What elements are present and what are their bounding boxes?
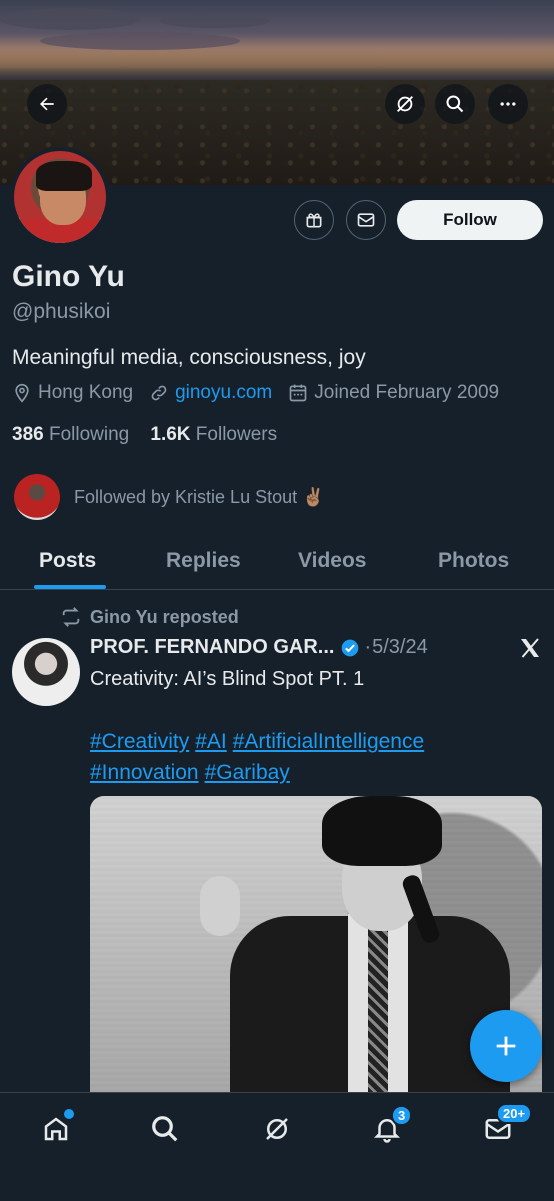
hashtag-link[interactable]: #Garibay [205, 761, 290, 784]
post-author-avatar[interactable] [12, 638, 80, 706]
followed-by-text: Followed by Kristie Lu Stout ✌🏽 [74, 486, 325, 507]
search-icon [152, 1116, 178, 1142]
followers-label: Followers [195, 424, 278, 445]
plus-icon [496, 1036, 516, 1056]
media-hair [322, 796, 442, 866]
search-icon [446, 95, 464, 113]
more-button[interactable] [488, 84, 528, 124]
link-icon [151, 385, 167, 401]
tab-posts[interactable]: Posts [39, 549, 96, 573]
bottom-nav: 3 20+ [0, 1092, 554, 1201]
message-button[interactable] [346, 200, 386, 240]
followers-count: 1.6K [150, 424, 191, 445]
home-notification-dot [62, 1107, 76, 1121]
profile-handle: @phusikoi [12, 300, 111, 323]
website-link[interactable]: ginoyu.com [175, 382, 272, 404]
post-hashtags: #Creativity #AI #ArtificialIntelligence #I… [90, 726, 510, 788]
follower-avatar [14, 474, 60, 520]
location-text: Hong Kong [38, 382, 134, 403]
back-button[interactable] [27, 84, 67, 124]
joined-item: Joined February 2009 [288, 382, 499, 404]
active-tab-indicator [34, 585, 106, 589]
post-date-separator: · [364, 636, 372, 658]
grok-icon [397, 96, 413, 112]
profile-bio: Meaningful media, consciousness, joy [12, 346, 366, 369]
repost-icon [62, 607, 80, 627]
grok-button[interactable] [385, 84, 425, 124]
tab-replies[interactable]: Replies [166, 549, 241, 573]
hashtag-link[interactable]: #Creativity [90, 730, 189, 753]
post-date: 5/3/24 [372, 636, 428, 658]
nav-messages[interactable]: 20+ [480, 1103, 533, 1147]
joined-text: Joined February 2009 [314, 382, 500, 403]
repost-text: Gino Yu reposted [90, 606, 239, 627]
profile-avatar[interactable] [10, 147, 110, 247]
hashtag-link[interactable]: #AI [195, 730, 227, 753]
verified-badge-icon [342, 639, 359, 656]
followers-link[interactable]: 1.6K Followers [150, 424, 277, 445]
compose-button[interactable] [470, 1010, 542, 1082]
tab-videos[interactable]: Videos [298, 549, 366, 573]
banner-cloud [0, 8, 140, 30]
tab-photos[interactable]: Photos [438, 549, 509, 573]
website-item[interactable]: ginoyu.com [149, 382, 272, 404]
search-button[interactable] [435, 84, 475, 124]
more-icon [500, 102, 516, 106]
following-link[interactable]: 386 Following [12, 424, 129, 445]
post-header: PROF. FERNANDO GAR... · 5/3/24 [90, 636, 428, 659]
follow-button[interactable]: Follow [397, 200, 543, 240]
location-pin-icon [15, 383, 29, 403]
profile-meta: Hong Kong ginoyu.com Joined February 200… [12, 382, 515, 404]
messages-badge: 20+ [496, 1103, 533, 1124]
calendar-icon [289, 384, 307, 402]
arrow-left-icon [40, 97, 54, 111]
post-author-name[interactable]: PROF. FERNANDO GAR... [90, 636, 334, 659]
media-hand [200, 876, 240, 936]
envelope-icon [357, 213, 375, 227]
following-count: 386 [12, 424, 44, 445]
profile-tabs: Posts Replies Videos Photos [0, 535, 554, 590]
profile-name: Gino Yu [12, 260, 125, 293]
post-text: Creativity: AI’s Blind Spot PT. 1 [90, 668, 365, 690]
nav-home[interactable] [38, 1107, 76, 1147]
avatar-hair [36, 161, 92, 191]
gift-button[interactable] [294, 200, 334, 240]
media-tie [368, 914, 388, 1094]
hashtag-link[interactable]: #ArtificialIntelligence [233, 730, 424, 753]
location-item: Hong Kong [12, 382, 133, 404]
banner-cloud [160, 14, 270, 28]
notifications-badge: 3 [391, 1105, 413, 1126]
repost-label: Gino Yu reposted [60, 606, 239, 628]
following-label: Following [48, 424, 130, 445]
x-logo-icon [518, 636, 542, 665]
nav-notifications[interactable]: 3 [369, 1105, 413, 1147]
nav-search[interactable] [147, 1111, 183, 1147]
nav-grok[interactable] [259, 1111, 295, 1147]
gift-icon [306, 213, 322, 228]
grok-icon [266, 1118, 288, 1140]
followed-by[interactable]: Followed by Kristie Lu Stout ✌🏽 [14, 474, 325, 520]
hashtag-link[interactable]: #Innovation [90, 761, 199, 784]
follow-counts: 386 Following 1.6K Followers [12, 424, 277, 446]
